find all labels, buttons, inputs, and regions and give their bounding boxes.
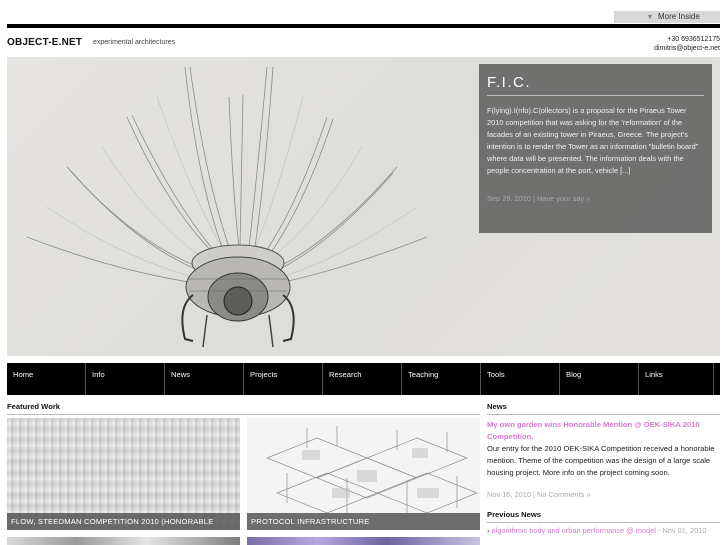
featured-item-flow[interactable]: FLOW, STEEDMAN COMPETITION 2010 (HONORAB…: [7, 418, 240, 530]
nav-item-teaching[interactable]: Teaching: [402, 363, 481, 395]
bullet-icon: ›: [487, 526, 490, 535]
nav-item-projects[interactable]: Projects: [244, 363, 323, 395]
hero-title[interactable]: F.I.C.: [487, 74, 704, 96]
contact-email[interactable]: dimitris@object-e.net: [654, 44, 720, 53]
news-heading: News: [487, 402, 720, 415]
nav-item-news[interactable]: News: [165, 363, 244, 395]
featured-caption[interactable]: FLOW, STEEDMAN COMPETITION 2010 (HONORAB…: [7, 513, 240, 530]
featured-thumbnail[interactable]: [7, 537, 240, 545]
featured-thumbnail[interactable]: [247, 537, 480, 545]
contact-phone: +30 6936512175: [667, 36, 720, 43]
previous-news-link[interactable]: algorithmic body and urban performance @…: [491, 526, 655, 535]
top-divider-bar: [7, 24, 720, 28]
nav-item-blog[interactable]: Blog: [560, 363, 639, 395]
more-inside-button[interactable]: ▾ More Inside: [614, 11, 720, 23]
featured-caption[interactable]: PROTOCOL INFRASTRUCTURE: [247, 513, 480, 530]
contact-info: +30 6936512175 dimitris@object-e.net: [654, 35, 720, 53]
news-title-link[interactable]: My own garden wins Honorable Mention @ O…: [487, 419, 720, 443]
site-title[interactable]: OBJECT-E.NET: [7, 37, 82, 48]
nav-item-home[interactable]: Home: [7, 363, 86, 395]
hero-description: F(lying).I(nfo).C(ollectors) is a propos…: [487, 106, 699, 175]
nav-item-tools[interactable]: Tools: [481, 363, 560, 395]
previous-news-item: › algorithmic body and urban performance …: [487, 526, 720, 536]
hero-info-panel: F.I.C. F(lying).I(nfo).C(ollectors) is a…: [479, 64, 712, 233]
previous-news-date: - Nov 01, 2010: [655, 526, 707, 535]
news-meta-link[interactable]: Nov 16, 2010 | No Comments »: [487, 490, 590, 499]
news-body: Our entry for the 2010 OEK-SIKA Competit…: [487, 444, 715, 477]
nav-item-info[interactable]: Info: [86, 363, 165, 395]
site-tagline: experimental architectures: [93, 39, 176, 46]
featured-work-heading: Featured Work: [7, 402, 480, 415]
previous-news-heading: Previous News: [487, 510, 720, 523]
arrow-down-icon: ▾: [648, 12, 653, 21]
nav-item-links[interactable]: Links: [639, 363, 714, 395]
main-nav: Home Info News Projects Research Teachin…: [7, 363, 720, 395]
more-inside-label: More Inside: [658, 12, 700, 21]
hero-banner[interactable]: F.I.C. F(lying).I(nfo).C(ollectors) is a…: [7, 57, 720, 356]
featured-item-protocol[interactable]: PROTOCOL INFRASTRUCTURE: [247, 418, 480, 530]
nav-item-research[interactable]: Research: [323, 363, 402, 395]
hero-meta-link[interactable]: Sep 29, 2010 | Have your say »: [487, 194, 704, 203]
